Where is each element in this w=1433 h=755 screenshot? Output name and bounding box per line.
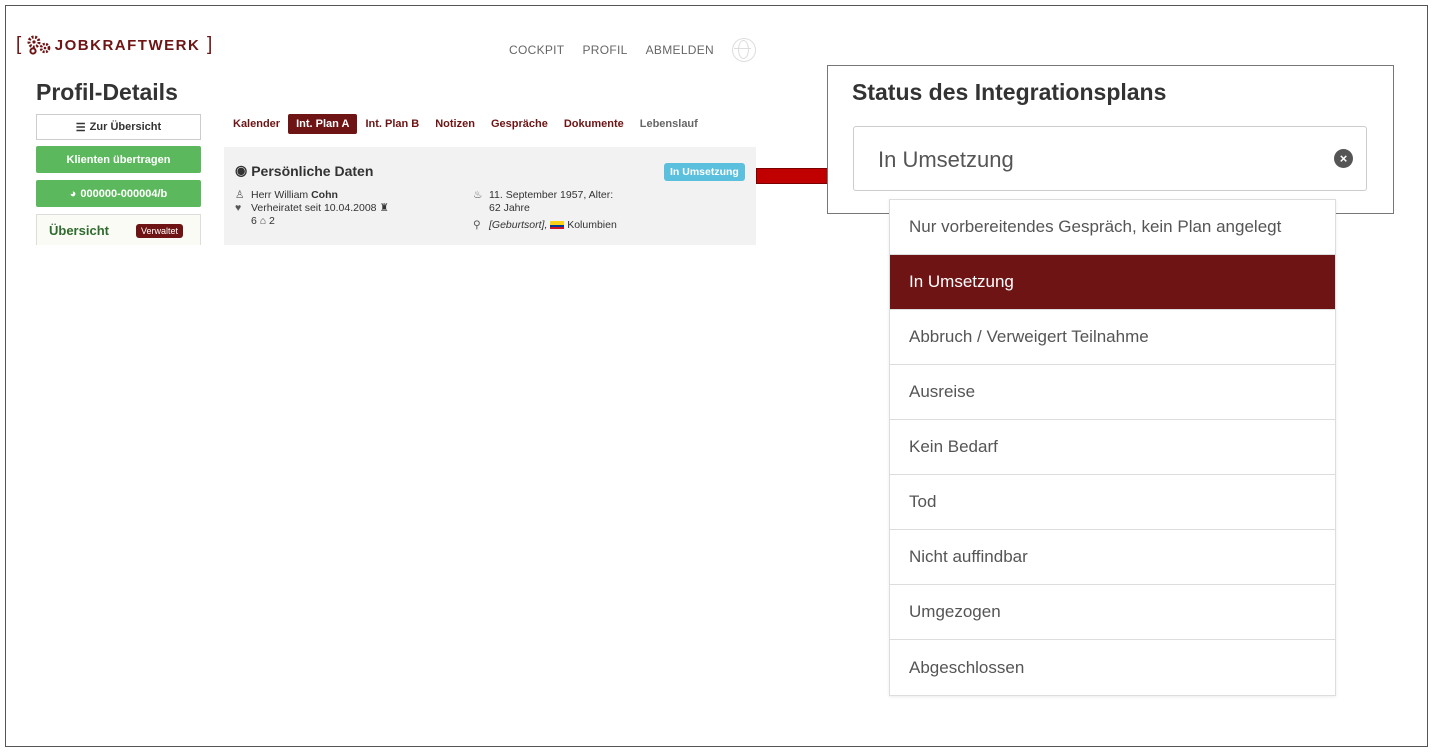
callout-arrow [756,168,834,184]
pie-chart-icon: ◕ [69,187,77,200]
household-count: 2 [269,215,275,227]
status-option[interactable]: Ausreise [890,365,1335,420]
person-icon: ♙ [235,189,245,201]
nav-cockpit[interactable]: COCKPIT [509,43,564,57]
status-dropdown: Nur vorbereitendes Gespräch, kein Plan a… [889,199,1336,696]
tab-gespraeche[interactable]: Gespräche [483,114,556,134]
jobkraftwerk-logo[interactable]: [ JOBKRAFTWERK ] [16,34,214,56]
personal-data-title: Persönliche Daten [251,162,374,179]
birthplace-text: [Geburtsort], [489,219,548,231]
age-text: 62 Jahre [489,202,530,214]
colombia-flag-icon [550,221,565,230]
marital-row: ♥ Verheiratet seit 10.04.2008 ♜ [235,202,389,215]
tab-int-plan-b[interactable]: Int. Plan B [357,114,427,134]
person-icon: ♜ [379,202,389,214]
birthplace-row: ⚲ [Geburtsort], Kolumbien [473,219,617,232]
page-title: Profil-Details [36,79,178,105]
home-icon: ⌂ [259,215,267,227]
tab-int-plan-a[interactable]: Int. Plan A [288,114,358,134]
status-option[interactable]: Nicht auffindbar [890,530,1335,585]
tab-notizen[interactable]: Notizen [427,114,483,134]
user-circle-icon: ◉ [235,162,248,178]
managed-badge: Verwaltet [136,224,184,238]
transfer-client-button[interactable]: Klienten übertragen [36,146,201,173]
tab-kalender[interactable]: Kalender [225,114,288,134]
overview-section[interactable]: Übersicht Verwaltet [36,214,201,245]
birth-row: ♨ 11. September 1957, Alter: [473,189,613,202]
gears-icon [27,35,51,55]
status-callout: Status des Integrationsplans In Umsetzun… [827,65,1394,214]
status-option[interactable]: Tod [890,475,1335,530]
case-id-button[interactable]: ◕ 000000-000004/b [36,180,201,207]
children-count: 6 [251,215,257,227]
nav-abmelden[interactable]: ABMELDEN [646,43,714,57]
birth-text: 11. September 1957, Alter: [489,189,614,201]
transfer-button-label: Klienten übertragen [66,153,171,166]
status-badge: In Umsetzung [664,163,745,181]
status-option-selected[interactable]: In Umsetzung [890,255,1335,310]
status-option[interactable]: Umgezogen [890,585,1335,640]
surname-text: Cohn [311,189,338,201]
status-option[interactable]: Abgeschlossen [890,640,1335,695]
name-row: ♙ Herr William Cohn [235,189,338,202]
profile-tabs: Kalender Int. Plan A Int. Plan B Notizen… [225,114,706,134]
case-id-label: 000000-000004/b [80,187,168,200]
tab-lebenslauf[interactable]: Lebenslauf [632,114,706,134]
logo-text: JOBKRAFTWERK [54,36,201,54]
globe-icon[interactable] [732,38,757,62]
status-option[interactable]: Abbruch / Verweigert Teilnahme [890,310,1335,365]
birthday-cake-icon: ♨ [473,189,483,201]
household-row: 6 ⌂ 2 [251,215,275,228]
callout-title: Status des Integrationsplans [852,79,1167,105]
salutation-text: Herr William [251,189,309,201]
status-select[interactable]: In Umsetzung × [853,126,1367,191]
personal-data-heading: ◉ Persönliche Daten [235,162,373,179]
back-button-label: Zur Übersicht [89,121,162,133]
personal-data-panel: ◉ Persönliche Daten In Umsetzung ♙ Herr W… [224,147,756,245]
clear-icon[interactable]: × [1334,149,1353,168]
top-navigation: COCKPIT PROFIL ABMELDEN [509,38,757,62]
status-option[interactable]: Nur vorbereitendes Gespräch, kein Plan a… [890,200,1335,255]
status-select-value: In Umsetzung [878,147,1014,172]
list-icon: ☰ [75,121,86,134]
marital-text: Verheiratet seit 10.04.2008 [251,202,377,214]
nav-profil[interactable]: PROFIL [582,43,627,57]
heart-icon: ♥ [235,202,242,214]
status-option[interactable]: Kein Bedarf [890,420,1335,475]
tab-dokumente[interactable]: Dokumente [556,114,632,134]
country-text: Kolumbien [567,219,617,231]
map-marker-icon: ⚲ [473,219,481,231]
overview-label: Übersicht [49,223,109,238]
back-to-overview-button[interactable]: ☰ Zur Übersicht [36,114,201,140]
